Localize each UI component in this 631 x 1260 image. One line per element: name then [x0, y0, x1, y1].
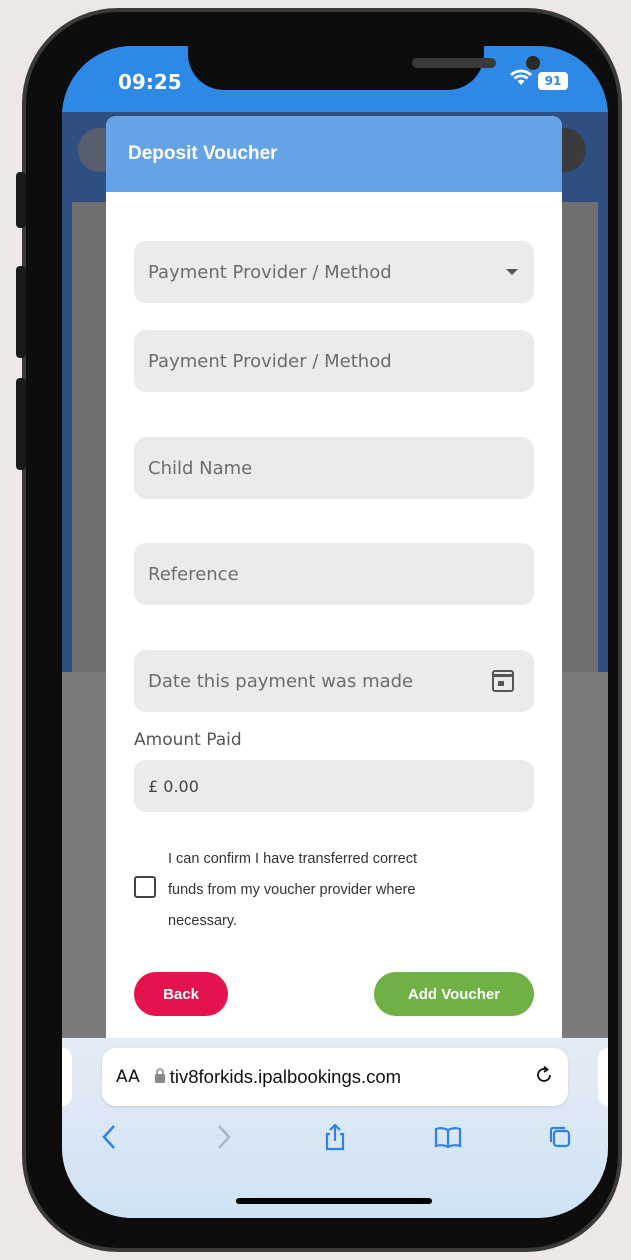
- payment-date-placeholder: Date this payment was made: [148, 670, 414, 692]
- browser-toolbar: AA tiv8forkids.ipalbookings.com: [62, 1038, 608, 1218]
- reload-icon[interactable]: [534, 1065, 554, 1090]
- wifi-icon: [510, 68, 532, 92]
- confirm-text-line: necessary.: [168, 913, 238, 929]
- mute-switch: [16, 172, 26, 228]
- tabs-icon[interactable]: [540, 1122, 580, 1162]
- camera: [526, 56, 540, 70]
- modal-header: Deposit Voucher: [106, 116, 562, 192]
- forward-icon[interactable]: [203, 1122, 243, 1162]
- lock-icon: [154, 1067, 166, 1087]
- screen: 09:25 91 Deposit Voucher Payment Provide…: [62, 46, 608, 1218]
- modal-title: Deposit Voucher: [128, 143, 278, 164]
- browser-nav-toolbar: [62, 1122, 608, 1162]
- confirm-checkbox[interactable]: [134, 876, 156, 898]
- amount-paid-value: £ 0.00: [148, 776, 199, 796]
- amount-paid-label: Amount Paid: [134, 730, 242, 750]
- status-time: 09:25: [118, 70, 182, 94]
- address-bar[interactable]: AA tiv8forkids.ipalbookings.com: [102, 1048, 568, 1106]
- confirm-text-line: I can confirm I have transferred correct: [168, 851, 418, 867]
- reference-placeholder: Reference: [148, 563, 239, 585]
- confirm-text-line: funds from my voucher provider where: [168, 882, 416, 898]
- speaker: [412, 58, 496, 68]
- bookmarks-icon[interactable]: [428, 1122, 468, 1162]
- back-button[interactable]: Back: [134, 972, 228, 1016]
- calendar-icon[interactable]: [492, 670, 514, 692]
- volume-down-button: [16, 378, 26, 470]
- deposit-voucher-modal: Deposit Voucher Payment Provider / Metho…: [106, 116, 562, 1046]
- add-voucher-button[interactable]: Add Voucher: [374, 972, 534, 1016]
- child-name-input[interactable]: Child Name: [134, 437, 534, 499]
- volume-up-button: [16, 266, 26, 358]
- home-indicator: [236, 1198, 432, 1204]
- url-text[interactable]: tiv8forkids.ipalbookings.com: [170, 1066, 534, 1088]
- payment-provider-select-placeholder: Payment Provider / Method: [148, 261, 392, 283]
- back-icon[interactable]: [90, 1122, 130, 1162]
- payment-provider-select[interactable]: Payment Provider / Method: [134, 241, 534, 303]
- chevron-down-icon: [506, 269, 518, 275]
- confirm-text: I can confirm I have transferred correct…: [168, 844, 528, 937]
- battery-indicator: 91: [538, 72, 568, 90]
- amount-paid-input[interactable]: £ 0.00: [134, 760, 534, 812]
- payment-provider-input-placeholder: Payment Provider / Method: [148, 350, 392, 372]
- url-bar-peek: [62, 1048, 72, 1106]
- reference-input[interactable]: Reference: [134, 543, 534, 605]
- payment-provider-input[interactable]: Payment Provider / Method: [134, 330, 534, 392]
- text-size-button[interactable]: AA: [116, 1067, 140, 1087]
- child-name-placeholder: Child Name: [148, 457, 253, 479]
- share-icon[interactable]: [315, 1122, 355, 1162]
- notch: [188, 46, 540, 90]
- url-bar-peek: [598, 1048, 608, 1106]
- payment-date-input[interactable]: Date this payment was made: [134, 650, 534, 712]
